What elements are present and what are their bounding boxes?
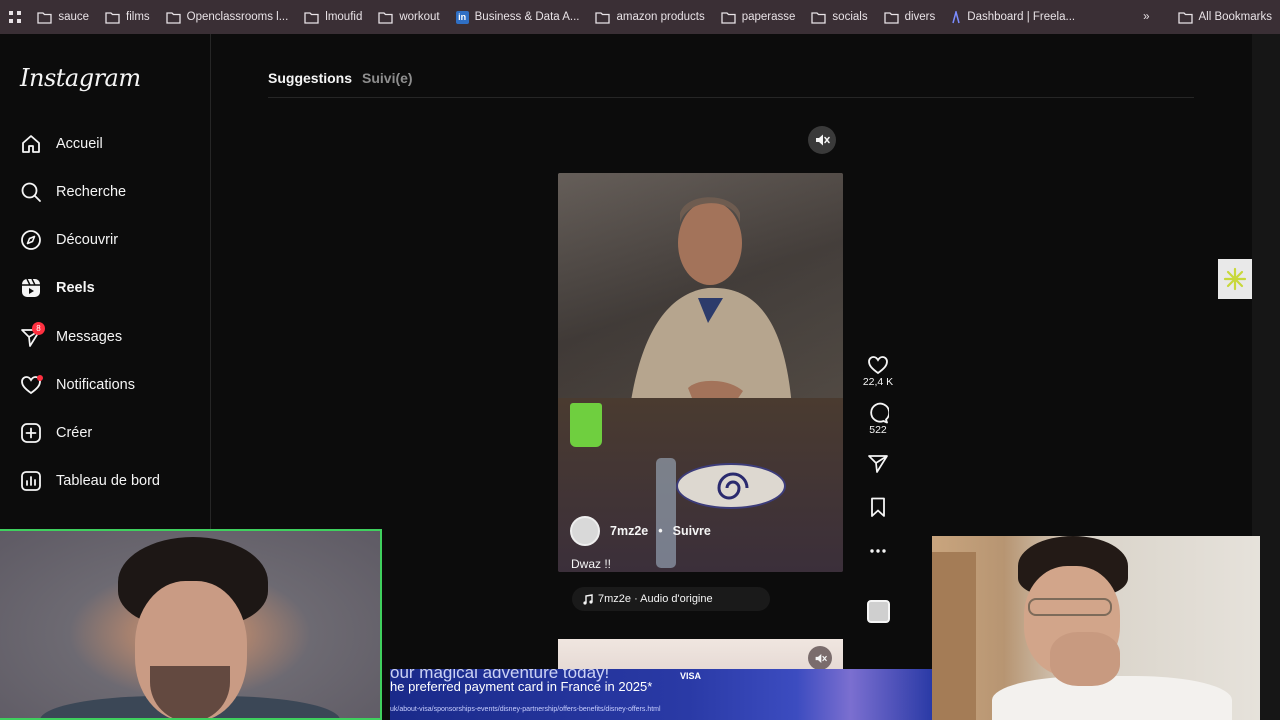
bookmark-icon <box>871 497 885 517</box>
tab-suggestions[interactable]: Suggestions <box>268 70 352 86</box>
reel-bowl <box>676 463 786 509</box>
folder-icon <box>37 11 52 24</box>
feed-tabs: Suggestions Suivi(e) <box>268 70 413 86</box>
ad-url: uk/about-visa/sponsorships-events/disney… <box>390 706 661 713</box>
bookmarks-overflow-button[interactable]: » <box>1135 5 1157 29</box>
bookmark-paperasse[interactable]: paperasse <box>713 5 804 29</box>
messages-badge: 8 <box>32 322 45 335</box>
nav-explore[interactable]: Découvrir <box>20 226 118 254</box>
bookmark-films[interactable]: films <box>97 5 158 29</box>
reel-caption: Dwaz !! <box>571 557 612 571</box>
all-bookmarks-button[interactable]: All Bookmarks <box>1170 5 1280 29</box>
music-note-icon <box>583 593 593 605</box>
video-call-participant-left[interactable] <box>0 529 382 720</box>
reel-bottle <box>656 458 676 568</box>
video-call-participant-right[interactable] <box>932 536 1260 720</box>
heart-icon <box>868 356 888 375</box>
bookmark-divers[interactable]: divers <box>876 5 944 29</box>
bookmark-workout[interactable]: workout <box>370 5 447 29</box>
instagram-logo[interactable]: Instagram <box>20 64 141 92</box>
folder-icon <box>721 11 736 24</box>
folder-icon <box>811 11 827 24</box>
participant-glasses <box>1028 598 1112 616</box>
comment-icon <box>870 402 889 424</box>
bookmark-socials[interactable]: socials <box>803 5 875 29</box>
folder-icon <box>1177 11 1193 24</box>
sparkle-icon <box>1223 267 1247 291</box>
folder-icon <box>304 11 319 24</box>
speaker-muted-icon <box>815 653 827 663</box>
author-username[interactable]: 7mz2e <box>610 524 648 538</box>
folder-icon <box>105 11 120 24</box>
reel-cup <box>570 403 602 447</box>
reels-icon <box>22 278 40 297</box>
search-icon <box>21 182 41 202</box>
bookmark-lmoufid[interactable]: lmoufid <box>296 5 370 29</box>
messages-icon-wrap: 8 <box>20 322 45 348</box>
participant-hand <box>1050 632 1120 686</box>
ad-subheadline: he preferred payment card in France in 2… <box>390 679 653 694</box>
notifications-icon-wrap <box>20 374 43 396</box>
more-options-button[interactable] <box>867 540 889 562</box>
speaker-muted-icon <box>816 134 830 146</box>
folder-icon <box>883 11 899 24</box>
bookmarks-bar: sauce films Openclassrooms l... lmoufid … <box>0 0 1280 34</box>
folder-icon <box>595 11 611 24</box>
bookmark-dashboard-freela[interactable]: Dashboard | Freela... <box>943 5 1083 29</box>
dashboard-icon <box>21 471 41 491</box>
tabs-divider <box>268 97 1194 98</box>
more-dots-icon <box>870 549 886 553</box>
reel-actions: 22,4 K 522 <box>858 354 898 570</box>
nav-messages[interactable]: 8 Messages <box>20 322 122 351</box>
reel-author: 7mz2e • Suivre <box>570 516 711 546</box>
plus-square-icon <box>21 423 41 443</box>
notification-dot <box>37 375 43 381</box>
nav-dashboard[interactable]: Tableau de bord <box>20 467 160 495</box>
nav-notifications[interactable]: Notifications <box>20 371 135 399</box>
home-icon <box>22 135 40 153</box>
nav-home[interactable]: Accueil <box>20 130 103 158</box>
dashboard-favicon-icon <box>952 10 960 23</box>
linkedin-icon: in <box>455 10 469 24</box>
author-avatar[interactable] <box>570 516 600 546</box>
comment-count: 522 <box>869 424 887 436</box>
mute-button[interactable] <box>808 126 836 154</box>
extension-widget[interactable] <box>1218 259 1252 299</box>
audio-thumbnail[interactable] <box>867 600 890 623</box>
folder-icon <box>166 11 181 24</box>
nav-create[interactable]: Créer <box>20 419 92 447</box>
audio-pill[interactable]: 7mz2e · Audio d'origine <box>572 587 770 611</box>
compass-icon <box>21 230 41 250</box>
author-separator: • <box>658 524 663 538</box>
reel-video[interactable]: 7mz2e • Suivre Dwaz !! <box>558 173 843 572</box>
bookmark-amazon-products[interactable]: amazon products <box>587 5 712 29</box>
nav-reels[interactable]: Reels <box>20 274 95 302</box>
tab-following[interactable]: Suivi(e) <box>362 70 413 86</box>
apps-grid-icon[interactable] <box>0 5 29 29</box>
background-door <box>932 552 976 720</box>
next-reel-mute-button[interactable] <box>808 646 832 670</box>
folder-icon <box>378 11 394 24</box>
bookmark-openclassrooms[interactable]: Openclassrooms l... <box>158 5 297 29</box>
bookmark-sauce[interactable]: sauce <box>29 5 97 29</box>
ad-banner[interactable]: our magical adventure today! he preferre… <box>390 669 932 720</box>
nav-search[interactable]: Recherche <box>20 178 126 206</box>
save-button[interactable] <box>867 496 889 518</box>
participant-shirt <box>992 676 1232 720</box>
comment-button[interactable]: 522 <box>867 402 889 436</box>
share-button[interactable] <box>867 452 889 474</box>
send-icon <box>868 455 888 473</box>
ad-brand-logo: VISA <box>680 671 702 681</box>
bookmark-business-data[interactable]: in Business & Data A... <box>448 5 588 29</box>
follow-button[interactable]: Suivre <box>673 524 711 538</box>
like-count: 22,4 K <box>862 376 894 388</box>
like-button[interactable]: 22,4 K <box>863 354 893 388</box>
